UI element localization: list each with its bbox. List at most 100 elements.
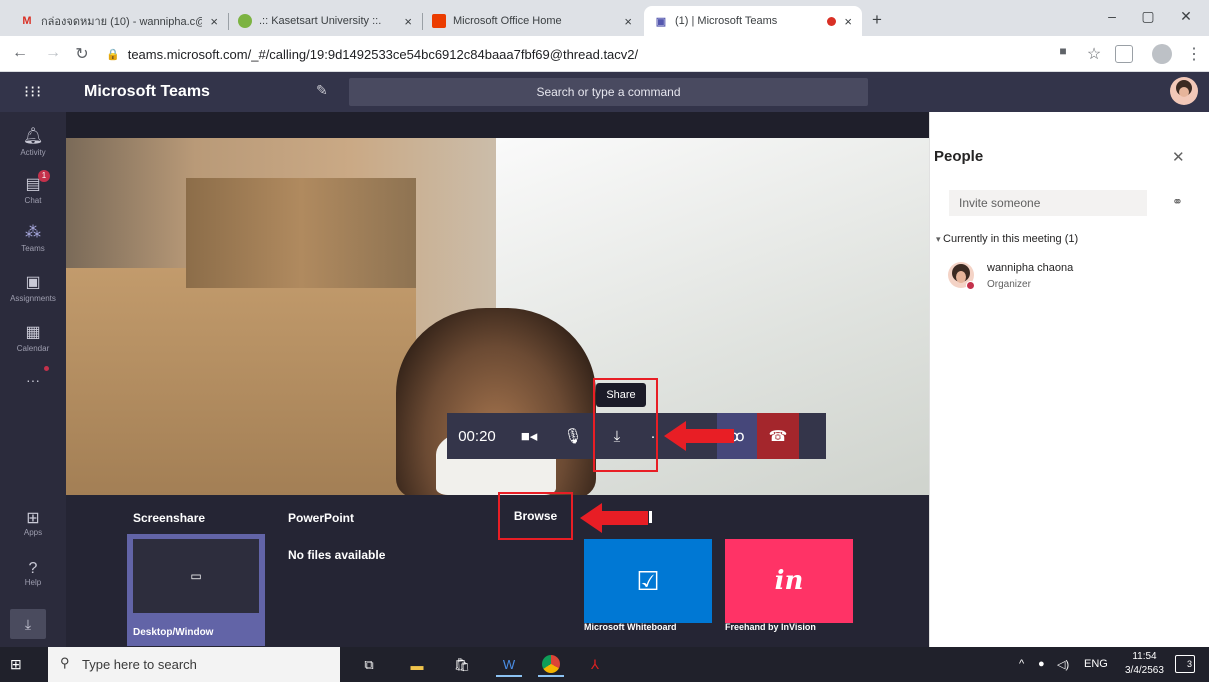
microphone-icon[interactable]: 🎙︎ [551,413,595,459]
rail-item-chat[interactable]: ▤ Chat 1 [0,170,66,205]
acrobat-icon[interactable]: ⅄ [582,653,608,677]
invite-input[interactable]: Invite someone [949,190,1147,216]
video-cabinet [66,268,416,495]
new-chat-icon[interactable]: ✎ [316,82,328,99]
close-tab-icon[interactable]: × [210,14,218,29]
screenshare-header: Screenshare [133,511,206,525]
more-apps-button[interactable]: ··· [0,372,66,388]
command-search-input[interactable]: Search or type a command [349,78,868,106]
taskbar-search-input[interactable]: ⚲ Type here to search [48,647,340,682]
clock-time: 11:54 [1132,651,1157,662]
bell-icon: 🔔︎ [22,128,44,145]
video-boxes [186,178,416,288]
rail-label: Calendar [16,344,50,353]
teams-header: ⁝⁝⁝ Microsoft Teams ✎ Search or type a c… [0,72,1209,112]
windows-taskbar: ⊞ ⚲ Type here to search ⧉ ▬ 🛍︎ W ⅄ ^ ● ◁… [0,647,1209,682]
close-tab-icon[interactable]: × [844,14,852,29]
freehand-tile[interactable]: in [725,539,853,623]
highlight-share-box [593,378,658,472]
apps-icon: ⊞ [26,510,40,527]
extension-icon[interactable] [1115,45,1133,63]
desktop-window-tile[interactable]: ▭ Desktop/Window [127,534,265,646]
recording-dot-icon [827,16,837,26]
minimize-button[interactable]: – [1097,8,1127,24]
rail-item-teams[interactable]: ⁂ Teams [0,222,66,253]
windows-start-icon[interactable]: ⊞ [10,656,22,673]
browser-tab-kasetsart[interactable]: .:: Kasetsart University ::. × [228,6,422,36]
search-icon: ⚲ [60,655,70,670]
user-avatar[interactable] [1170,77,1198,105]
hang-up-icon[interactable]: ☎︎ [757,413,799,459]
link-icon[interactable]: ⚭ [1172,194,1183,210]
notification-dot [44,366,49,371]
rail-label: Chat [24,196,42,205]
system-clock[interactable]: 11:54 3/4/2563 [1125,650,1164,678]
close-tab-icon[interactable]: × [404,14,412,29]
microphone-tray-icon[interactable]: ● [1038,658,1045,670]
bookmark-star-icon[interactable]: ☆ [1084,44,1104,64]
rail-item-help[interactable]: ? Help [0,560,66,587]
camera-toggle-icon[interactable]: ■◂ [507,413,551,459]
new-tab-button[interactable]: + [872,10,882,30]
unread-badge: 1 [38,170,50,182]
tab-title: กล่องจดหมาย (10) - wannipha.c@k [41,16,203,28]
browser-tab-office[interactable]: Microsoft Office Home × [422,6,642,36]
maximize-button[interactable]: ▢ [1133,8,1163,25]
profile-icon[interactable] [1152,44,1172,64]
chat-icon: ▤ [25,176,41,193]
assignments-icon: ▣ [25,274,41,291]
language-indicator[interactable]: ENG [1084,658,1108,670]
task-view-icon[interactable]: ⧉ [356,653,382,677]
whiteboard-tile[interactable]: ☑︎ [584,539,712,623]
whiteboard-label: Microsoft Whiteboard [584,622,677,632]
browser-tab-gmail[interactable]: M กล่องจดหมาย (10) - wannipha.c@k × [10,6,228,36]
menu-kebab-icon[interactable]: ⋮ [1184,44,1204,64]
help-icon: ? [28,560,38,577]
monitor-icon: ▭ [133,539,259,613]
app-title: Microsoft Teams [84,83,210,100]
rail-label: Assignments [10,294,56,303]
search-placeholder: Type here to search [82,657,197,672]
calendar-icon: ▦ [25,324,41,341]
volume-icon[interactable]: ◁) [1057,658,1069,671]
download-app-icon[interactable]: ⤓ [10,609,46,639]
address-bar[interactable]: 🔒 teams.microsoft.com/_#/calling/19:9d14… [106,43,1116,65]
rail-item-apps[interactable]: ⊞ Apps [0,508,66,537]
globe-icon [238,14,252,28]
close-tab-icon[interactable]: × [624,14,632,29]
word-icon[interactable]: W [496,653,522,677]
app-launcher-icon[interactable]: ⁝⁝⁝ [24,82,42,102]
rail-item-assignments[interactable]: ▣ Assignments [0,272,66,303]
chevron-up-icon[interactable]: ^ [1019,658,1024,670]
clock-date: 3/4/2563 [1125,665,1164,676]
teams-icon: ▣ [655,15,667,28]
rail-label: Apps [23,528,43,537]
browser-tab-teams[interactable]: ▣ (1) | Microsoft Teams × [644,6,862,36]
tab-title: Microsoft Office Home [453,15,562,27]
powerpoint-header: PowerPoint [288,511,355,525]
whiteboard-icon: ☑︎ [636,565,660,596]
back-arrow-icon[interactable]: ← [10,44,30,62]
participant-name[interactable]: wannipha chaona [987,262,1073,274]
forward-arrow-icon[interactable]: → [43,44,63,62]
store-icon[interactable]: 🛍︎ [449,653,475,677]
tab-title: (1) | Microsoft Teams [675,15,778,27]
no-files-text: No files available [288,548,386,562]
section-label: Currently in this meeting (1) [943,233,1079,245]
desktop-window-label: Desktop/Window [133,627,214,638]
notification-center-icon[interactable]: 3 [1175,655,1195,673]
close-window-button[interactable]: ✕ [1171,8,1201,25]
chrome-icon[interactable] [538,653,564,677]
rail-label: Activity [20,148,46,157]
camera-icon[interactable]: ■ [1053,44,1073,58]
rail-item-activity[interactable]: 🔔︎ Activity [0,126,66,157]
participant-role: Organizer [987,279,1031,290]
close-icon[interactable]: ✕ [1172,148,1185,166]
meeting-participants-section[interactable]: ▾ Currently in this meeting (1) [936,233,1078,245]
file-explorer-icon[interactable]: ▬ [404,653,430,677]
browse-button[interactable]: Browse [498,492,573,540]
rail-label: Teams [21,244,45,253]
rail-item-calendar[interactable]: ▦ Calendar [0,322,66,353]
reload-icon[interactable]: ↻ [72,44,92,64]
rail-label: Help [24,578,42,587]
